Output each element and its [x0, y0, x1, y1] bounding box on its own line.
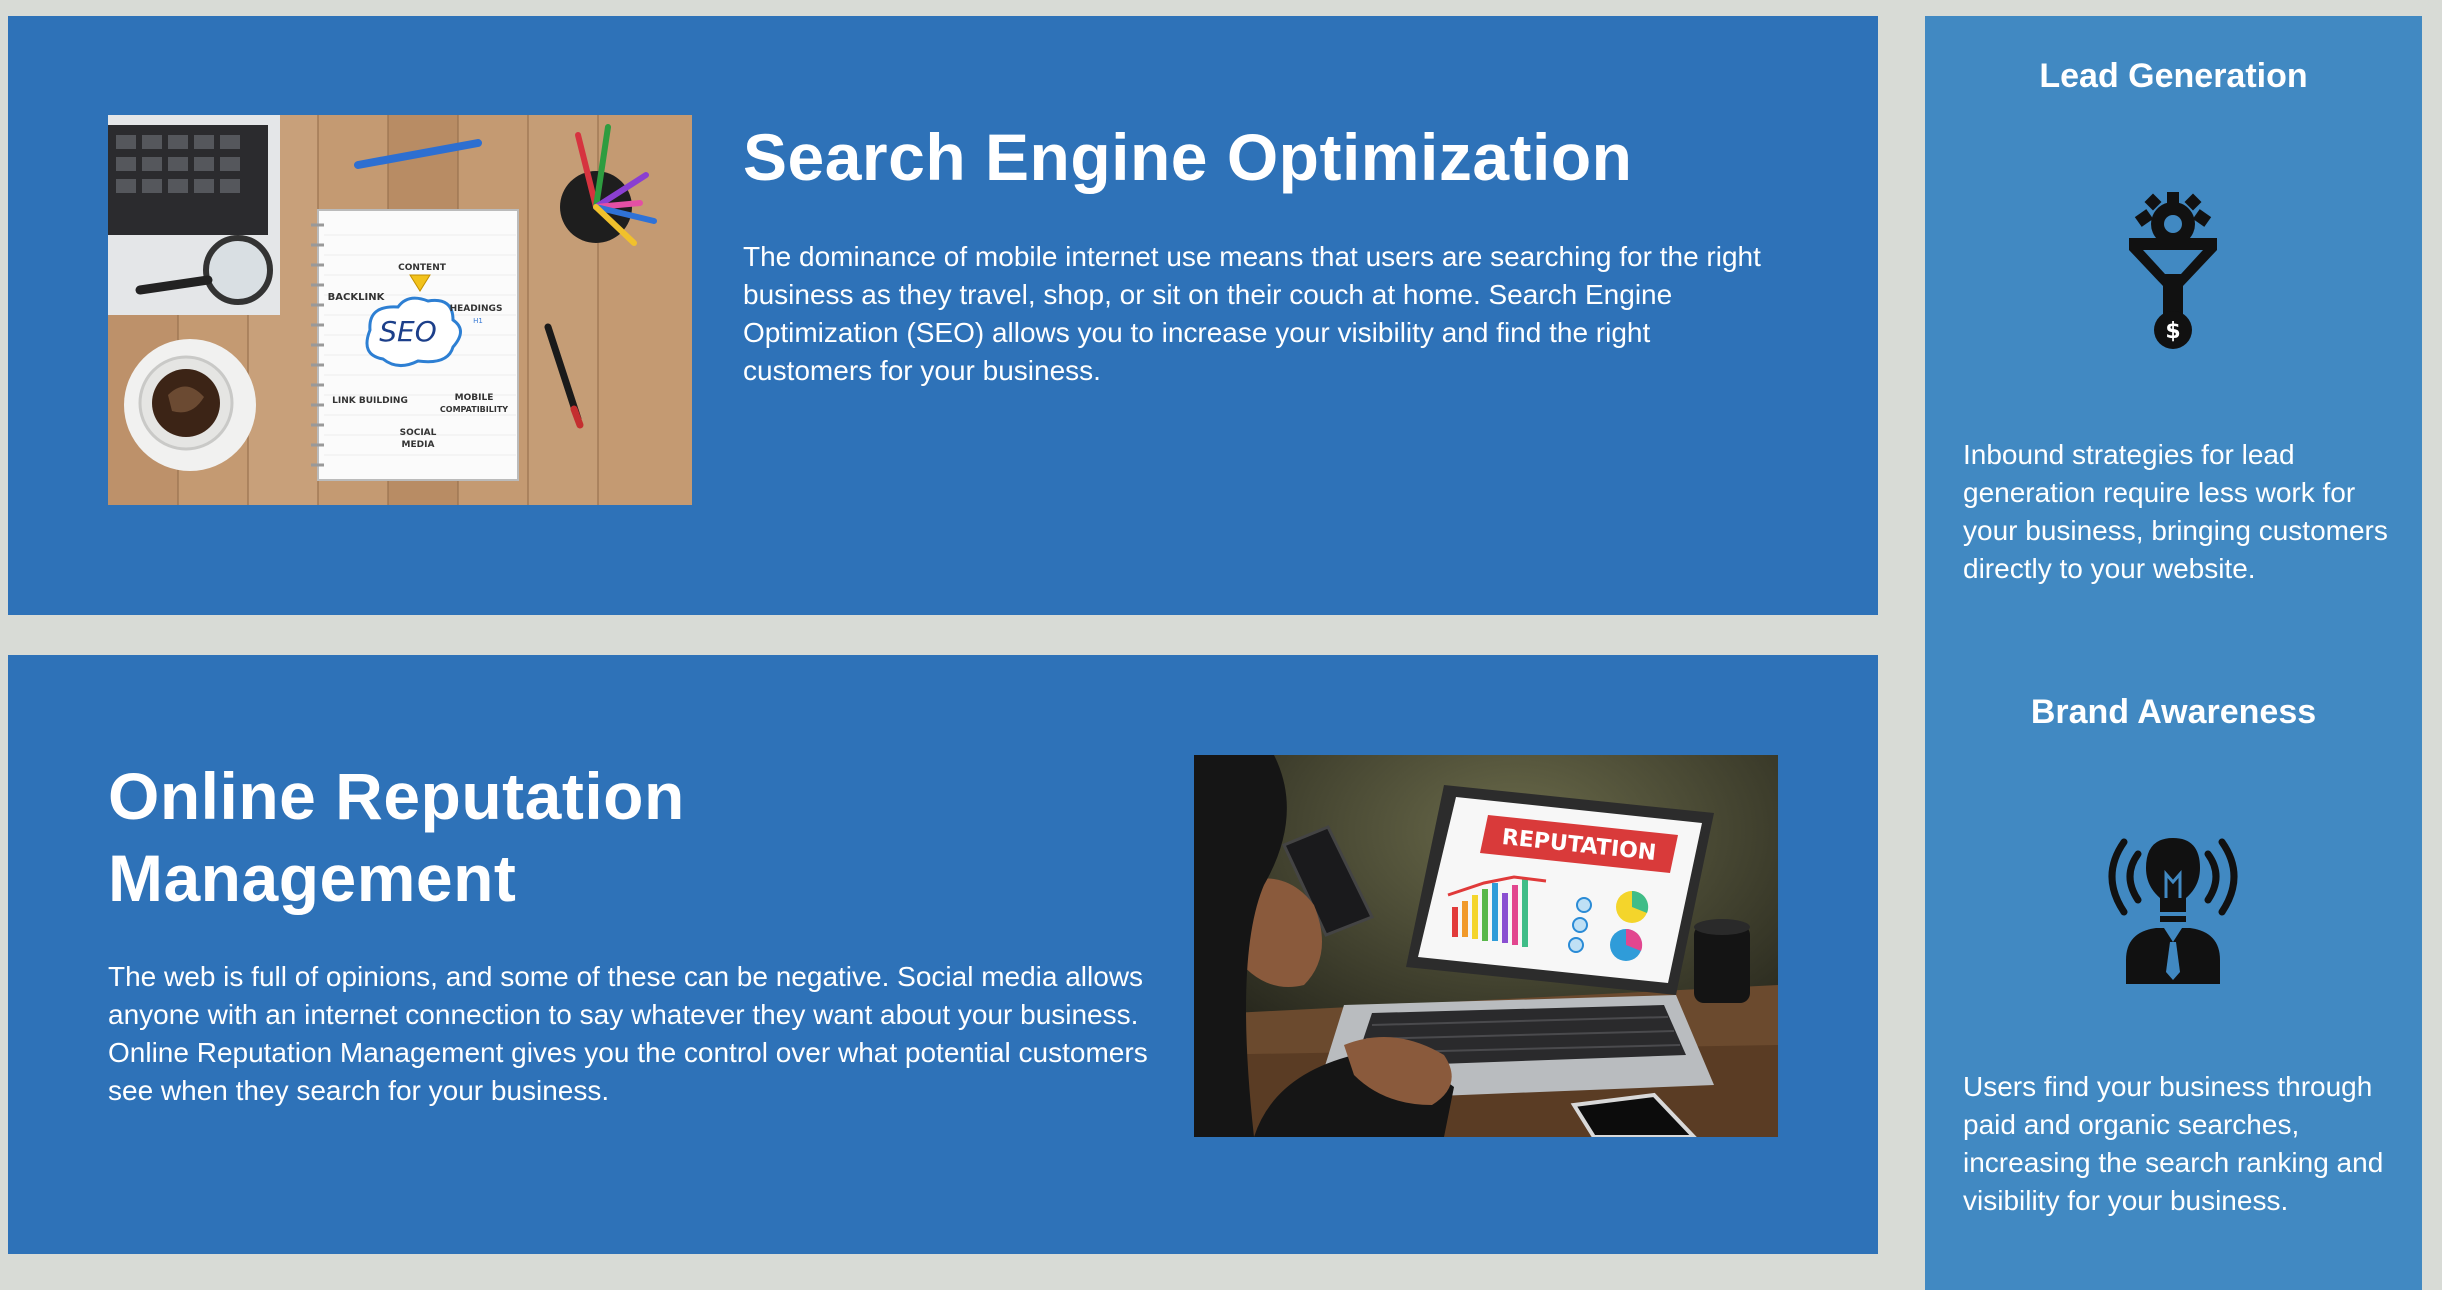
lead-generation-heading: Lead Generation: [2039, 57, 2308, 95]
seo-word-mobile: MOBILE: [455, 393, 494, 403]
seo-word-content: CONTENT: [398, 263, 447, 273]
orm-photo: REPUTATION: [1194, 755, 1778, 1137]
seo-desk-illustration: SEO CONTENT BACKLINK HEADINGS H1 LINK BU…: [108, 115, 692, 505]
svg-text:$: $: [2165, 319, 2180, 344]
lead-generation-text: Inbound strategies for lead generation r…: [1963, 439, 2388, 584]
orm-title-line-2: Management: [108, 841, 517, 915]
orm-section: Online Reputation Management The web is …: [8, 655, 1878, 1254]
seo-word-link-building: LINK BUILDING: [332, 396, 408, 406]
seo-description: The dominance of mobile internet use mea…: [743, 241, 1761, 386]
orm-title: Online Reputation Management: [108, 755, 1008, 919]
orm-description: The web is full of opinions, and some of…: [108, 961, 1148, 1106]
seo-photo: SEO CONTENT BACKLINK HEADINGS H1 LINK BU…: [108, 115, 692, 505]
seo-word-headings: HEADINGS: [450, 304, 503, 314]
seo-word-backlink: BACKLINK: [328, 292, 386, 303]
brand-awareness-text: Users find your business through paid an…: [1963, 1071, 2384, 1216]
seo-cloud-text: SEO: [379, 315, 437, 348]
seo-section: SEO CONTENT BACKLINK HEADINGS H1 LINK BU…: [8, 16, 1878, 615]
brand-awareness-heading: Brand Awareness: [2030, 693, 2317, 731]
seo-word-social: SOCIAL: [400, 428, 437, 438]
seo-word-media: MEDIA: [402, 440, 435, 450]
reputation-laptop-illustration: REPUTATION: [1194, 755, 1778, 1137]
seo-title: Search Engine Optimization: [743, 120, 1633, 194]
benefits-sidebar: Lead Generation $ Inbound strategies for…: [1925, 16, 2422, 1290]
orm-title-line-1: Online Reputation: [108, 759, 685, 833]
lightbulb-head-icon: [2098, 824, 2248, 984]
seo-word-compatibility: COMPATIBILITY: [440, 405, 508, 414]
funnel-gear-dollar-icon: $: [2125, 190, 2221, 350]
seo-word-h1: H1: [473, 317, 483, 325]
